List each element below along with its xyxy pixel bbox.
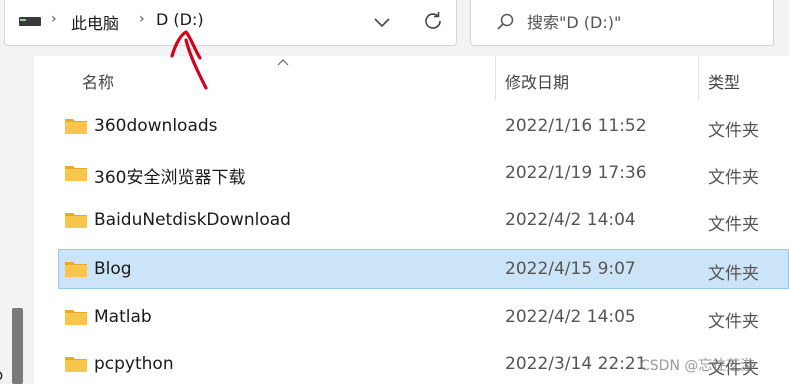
file-type: 文件夹 (708, 121, 759, 141)
sort-ascending-icon (277, 59, 289, 66)
list-item[interactable]: 360安全浏览器下载 2022/1/19 17:36 文件夹 (58, 153, 789, 193)
folder-icon (65, 357, 87, 372)
folder-icon (65, 310, 87, 325)
column-date-modified[interactable]: 修改日期 (505, 69, 569, 93)
file-name: 360downloads (94, 116, 218, 136)
list-item[interactable]: Matlab 2022/4/2 14:05 文件夹 (58, 297, 789, 337)
file-name: Matlab (94, 307, 152, 327)
file-name: Blog (94, 259, 132, 279)
file-date: 2022/3/14 22:21 (505, 354, 647, 374)
file-type: 文件夹 (708, 264, 759, 284)
chevron-right-icon[interactable]: › (51, 11, 57, 27)
file-name: BaiduNetdiskDownload (94, 210, 291, 230)
breadcrumb-drive-d[interactable]: D (D:) (156, 10, 204, 29)
list-item-selected[interactable]: Blog 2022/4/15 9:07 文件夹 (58, 249, 789, 289)
chevron-right-icon[interactable]: › (139, 11, 145, 27)
folder-icon (65, 119, 87, 134)
refresh-icon[interactable] (421, 9, 445, 33)
file-date: 2022/1/19 17:36 (505, 163, 647, 183)
search-box[interactable] (470, 0, 774, 46)
breadcrumb-this-pc[interactable]: 此电脑 (71, 10, 119, 34)
address-bar[interactable]: › 此电脑 › D (D:) (4, 0, 457, 46)
search-input[interactable] (527, 8, 762, 36)
search-icon (497, 13, 514, 30)
file-date: 2022/4/2 14:05 (505, 307, 636, 327)
column-name[interactable]: 名称 (82, 69, 114, 93)
list-item[interactable]: 360downloads 2022/1/16 11:52 文件夹 (58, 106, 789, 146)
file-type: 文件夹 (708, 215, 759, 235)
file-date: 2022/1/16 11:52 (505, 116, 647, 136)
navigation-pane[interactable]: o (0, 56, 34, 384)
folder-icon (65, 262, 87, 277)
drive-icon (19, 17, 41, 26)
column-type[interactable]: 类型 (708, 69, 740, 93)
file-type: 文件夹 (708, 168, 759, 188)
file-name: pcpython (94, 354, 174, 374)
folder-icon (65, 213, 87, 228)
column-header: 名称 修改日期 类型 (34, 56, 789, 100)
column-divider[interactable] (698, 56, 699, 100)
file-name: 360安全浏览器下载 (94, 168, 246, 188)
toolbar: › 此电脑 › D (D:) (0, 0, 789, 56)
file-explorer-window: › 此电脑 › D (D:) o 名称 (0, 0, 789, 384)
watermark: CSDN @忘往芝游 (640, 358, 755, 374)
file-type: 文件夹 (708, 312, 759, 332)
nav-scrollbar[interactable] (12, 308, 23, 384)
nav-item-label[interactable]: o (0, 366, 3, 384)
folder-icon (65, 166, 87, 181)
file-date: 2022/4/2 14:04 (505, 210, 636, 230)
chevron-down-icon[interactable] (372, 12, 392, 32)
file-date: 2022/4/15 9:07 (505, 259, 636, 279)
column-divider[interactable] (495, 56, 496, 100)
list-item[interactable]: BaiduNetdiskDownload 2022/4/2 14:04 文件夹 (58, 200, 789, 240)
